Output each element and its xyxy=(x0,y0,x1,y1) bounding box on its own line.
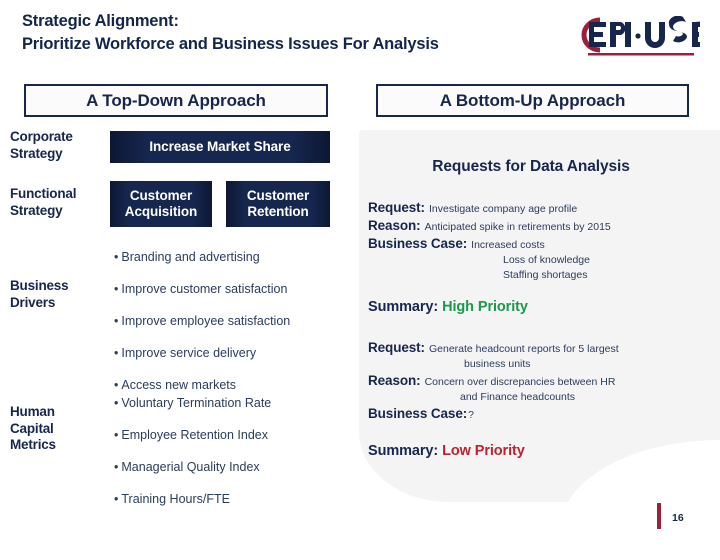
summary-1-value: High Priority xyxy=(442,299,528,315)
request-value: Investigate company age profile xyxy=(428,203,578,215)
left-column-title: A Top-Down Approach xyxy=(24,84,328,117)
list-item-label: Improve customer satisfaction xyxy=(121,282,288,296)
registered-mark-icon: ® xyxy=(696,21,700,28)
row-label-metrics-line3: Metrics xyxy=(10,437,56,452)
bullet-dot-icon: • xyxy=(114,314,119,328)
row-label-drivers-line1: Business xyxy=(10,278,69,293)
footer-accent-bar xyxy=(657,503,661,529)
list-item-label: Managerial Quality Index xyxy=(121,460,260,474)
bullet-dot-icon: • xyxy=(114,250,119,264)
summary-1: Summary: High Priority xyxy=(368,299,528,315)
row-label-corporate-strategy: Corporate Strategy xyxy=(10,129,110,162)
slide-canvas: Strategic Alignment: Prioritize Workforc… xyxy=(0,0,720,560)
row-label-corporate-line1: Corporate xyxy=(10,129,73,144)
epi-use-logo: ® xyxy=(572,16,700,60)
list-item-label: Branding and advertising xyxy=(121,250,260,264)
request-key: Request: xyxy=(368,200,425,215)
list-item: • Improve service delivery xyxy=(114,346,334,360)
box-customer-acquisition[interactable]: Customer Acquisition xyxy=(110,181,212,227)
request-key: Request: xyxy=(368,340,425,355)
list-item-label: Voluntary Termination Rate xyxy=(121,396,272,410)
row-label-human-capital-metrics: Human Capital Metrics xyxy=(10,404,110,454)
reason-value-line2: and Finance headcounts xyxy=(460,391,576,403)
business-case-extra-2: Staffing shortages xyxy=(503,269,588,281)
list-item: • Employee Retention Index xyxy=(114,428,334,442)
reason-value: Concern over discrepancies between HR xyxy=(424,376,616,388)
box-customer-retention-line1: Customer xyxy=(246,188,310,203)
box-customer-acquisition-line2: Acquisition xyxy=(124,204,198,219)
logo-wordmark-shape xyxy=(589,16,700,48)
business-case-key: Business Case: xyxy=(368,406,468,421)
request-block-1: Request: Investigate company age profile… xyxy=(368,199,688,283)
row-label-functional-strategy: Functional Strategy xyxy=(10,186,112,219)
list-item-label: Improve employee satisfaction xyxy=(121,314,291,328)
reason-line: Reason: Concern over discrepancies betwe… xyxy=(368,372,688,390)
requests-heading: Requests for Data Analysis xyxy=(432,158,630,175)
box-customer-retention-label: Customer Retention xyxy=(247,188,309,220)
business-case-extra-1: Loss of knowledge xyxy=(503,254,590,266)
bullet-dot-icon: • xyxy=(114,346,119,360)
page-title: Strategic Alignment: Prioritize Workforc… xyxy=(22,10,562,56)
row-label-metrics-line1: Human xyxy=(10,404,55,419)
business-case-value: ? xyxy=(468,409,474,421)
list-item-label: Employee Retention Index xyxy=(121,428,269,442)
page-title-line1: Strategic Alignment: xyxy=(22,12,179,30)
summary-1-key: Summary: xyxy=(368,299,439,315)
summary-2-value: Low Priority xyxy=(442,443,525,459)
list-item: • Improve customer satisfaction xyxy=(114,282,334,296)
business-case-line: Business Case: Increased costs xyxy=(368,235,688,253)
list-item: • Voluntary Termination Rate xyxy=(114,396,334,410)
business-case-value: Increased costs xyxy=(471,239,545,251)
row-label-functional-line2: Strategy xyxy=(10,202,63,218)
request-value-line2: business units xyxy=(464,358,531,370)
request-block-2: Request: Generate headcount reports for … xyxy=(368,339,688,423)
box-increase-market-share[interactable]: Increase Market Share xyxy=(110,131,330,163)
reason-key: Reason: xyxy=(368,218,421,233)
summary-2: Summary: Low Priority xyxy=(368,443,525,459)
bullet-dot-icon: • xyxy=(114,378,119,392)
summary-2-key: Summary: xyxy=(368,443,439,459)
epi-use-logo-svg: ® xyxy=(581,16,700,56)
row-label-business-drivers: Business Drivers xyxy=(10,278,110,311)
row-label-metrics-line2: Capital xyxy=(10,420,54,436)
human-capital-metrics-list: • Voluntary Termination Rate • Employee Re… xyxy=(114,396,334,524)
box-customer-acquisition-line1: Customer xyxy=(129,188,193,203)
reason-value: Anticipated spike in retirements by 2015 xyxy=(424,221,611,233)
box-customer-retention-line2: Retention xyxy=(247,204,309,219)
reason-line: Reason: Anticipated spike in retirements… xyxy=(368,217,688,235)
bullet-dot-icon: • xyxy=(114,460,119,474)
box-increase-market-share-label: Increase Market Share xyxy=(149,139,291,154)
business-drivers-list: • Branding and advertising • Improve custo… xyxy=(114,250,334,410)
list-item: • Training Hours/FTE xyxy=(114,492,334,506)
bullet-dot-icon: • xyxy=(114,282,119,296)
list-item: • Branding and advertising xyxy=(114,250,334,264)
page-number: 16 xyxy=(672,512,684,524)
list-item-label: Training Hours/FTE xyxy=(121,492,230,506)
business-case-line: Business Case: ? xyxy=(368,405,688,423)
right-column-title: A Bottom-Up Approach xyxy=(376,84,689,117)
list-item: • Improve employee satisfaction xyxy=(114,314,334,328)
business-case-key: Business Case: xyxy=(368,236,468,251)
list-item-label: Improve service delivery xyxy=(121,346,257,360)
row-label-corporate-line2: Strategy xyxy=(10,145,63,161)
list-item-label: Access new markets xyxy=(121,378,237,392)
list-item: • Access new markets xyxy=(114,378,334,392)
bullet-dot-icon: • xyxy=(114,396,119,410)
page-title-line2: Prioritize Workforce and Business Issues… xyxy=(22,35,439,53)
bullet-dot-icon: • xyxy=(114,492,119,506)
box-customer-acquisition-label: Customer Acquisition xyxy=(124,188,198,220)
reason-key: Reason: xyxy=(368,373,421,388)
request-value: Generate headcount reports for 5 largest xyxy=(428,343,619,355)
logo-underline-shape xyxy=(588,53,694,56)
list-item: • Managerial Quality Index xyxy=(114,460,334,474)
request-line: Request: Investigate company age profile xyxy=(368,199,688,217)
row-label-drivers-line2: Drivers xyxy=(10,294,56,310)
request-line: Request: Generate headcount reports for … xyxy=(368,339,688,357)
row-label-functional-line1: Functional xyxy=(10,186,77,201)
bullet-dot-icon: • xyxy=(114,428,119,442)
box-customer-retention[interactable]: Customer Retention xyxy=(226,181,330,227)
